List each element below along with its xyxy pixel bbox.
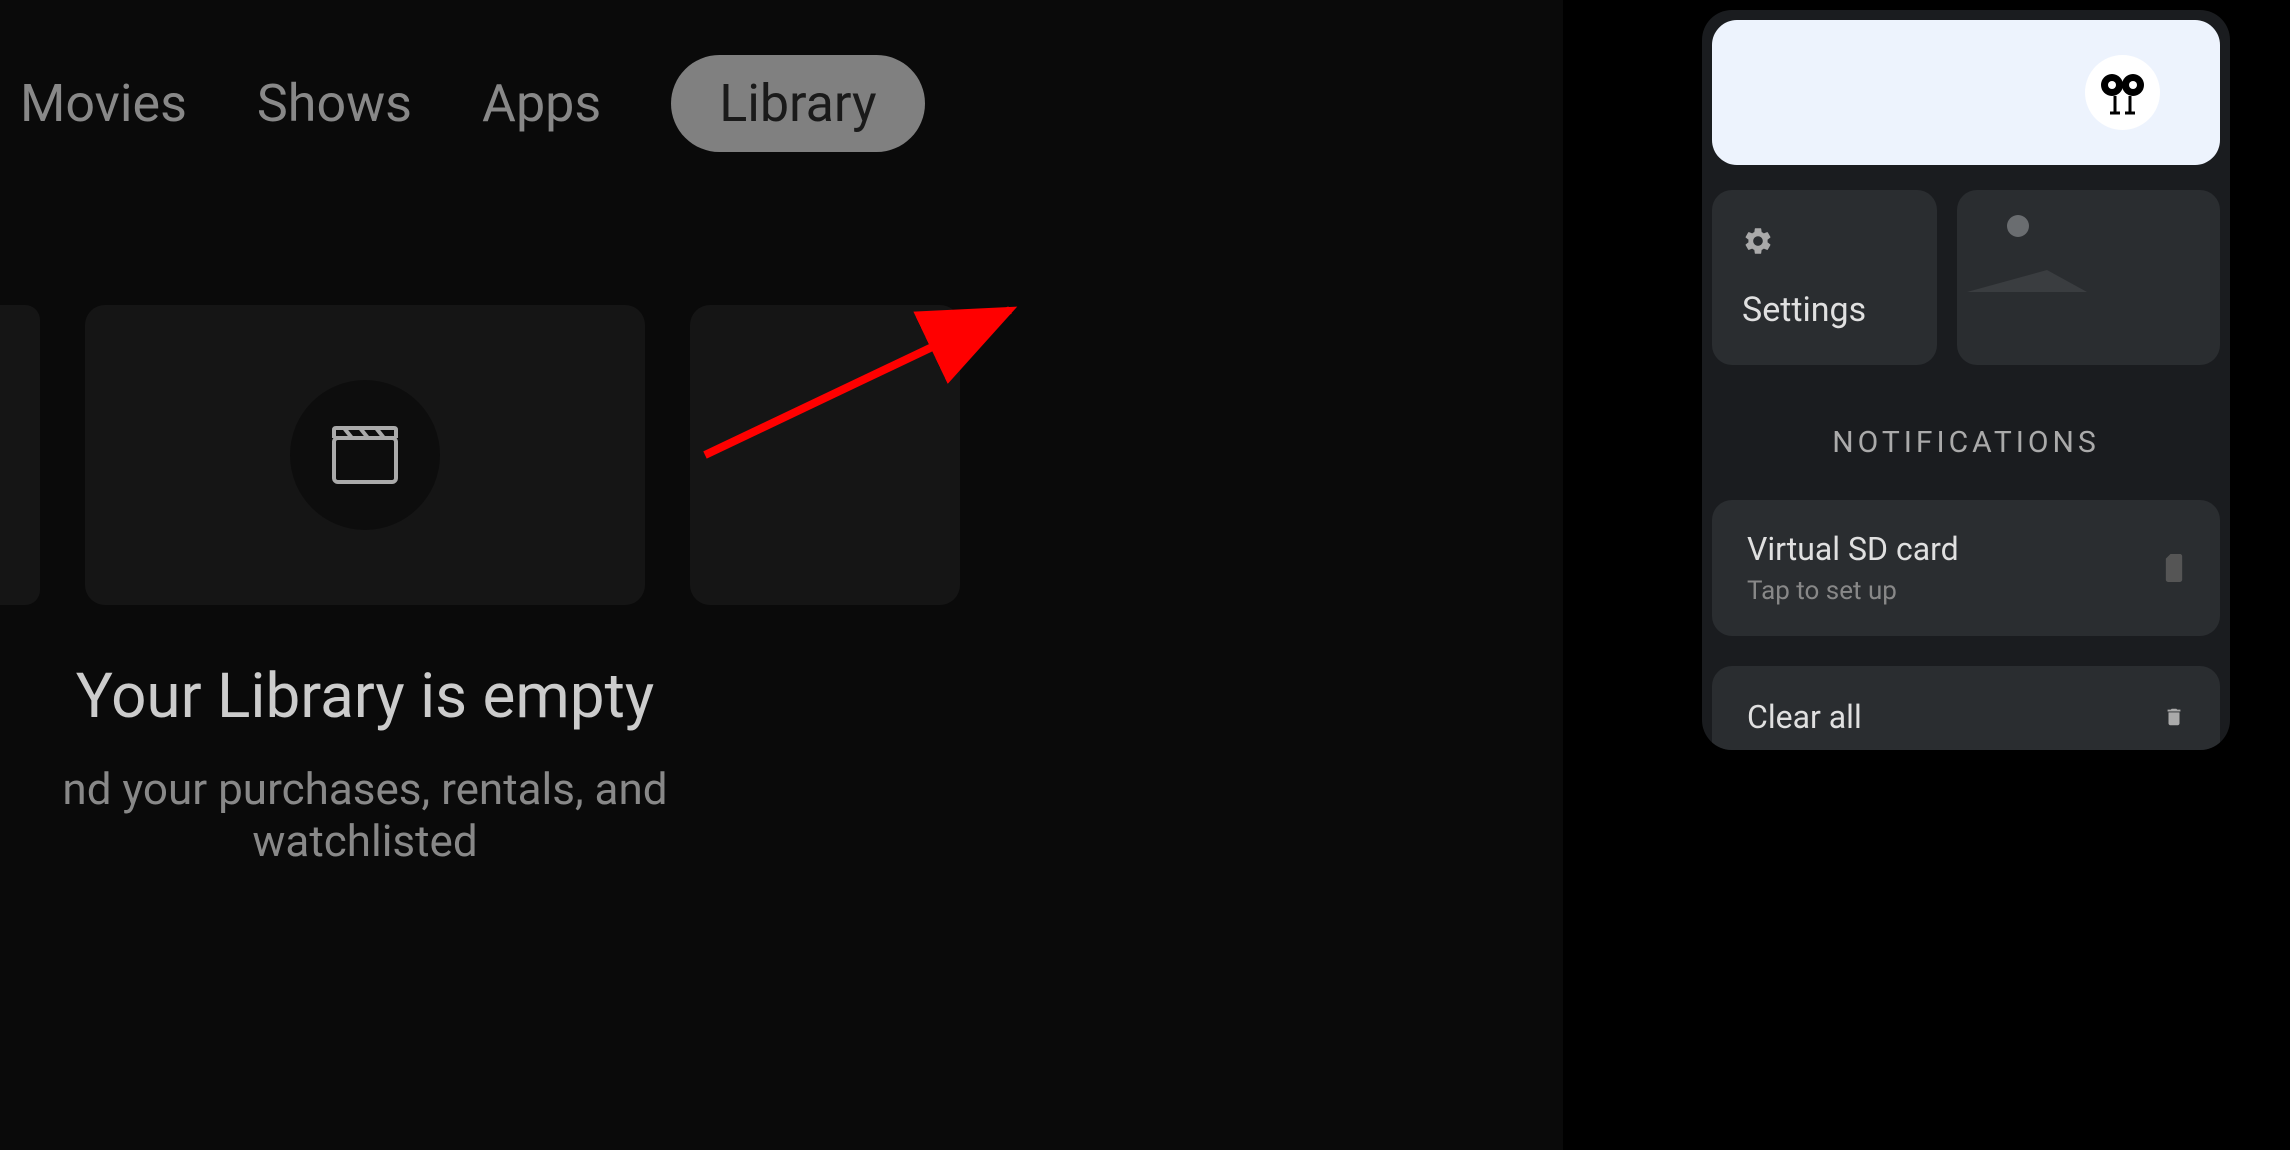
- notification-sdcard[interactable]: Virtual SD card Tap to set up: [1712, 500, 2220, 636]
- screensaver-dot: [2007, 215, 2029, 237]
- notifications-header: NOTIFICATIONS: [1702, 425, 2230, 460]
- screensaver-tile[interactable]: [1957, 190, 2220, 365]
- empty-title: Your Library is empty: [0, 660, 730, 733]
- screensaver-mountain: [1967, 270, 2087, 292]
- empty-subtitle: nd your purchases, rentals, and watchlis…: [0, 763, 730, 867]
- quick-settings-panel: Settings NOTIFICATIONS Virtual SD card T…: [1702, 10, 2230, 750]
- profile-card[interactable]: [1712, 20, 2220, 165]
- gear-icon: [1742, 225, 1774, 257]
- robot-avatar-icon: [2095, 65, 2150, 120]
- clear-all-button[interactable]: Clear all: [1712, 666, 2220, 750]
- library-card-prev[interactable]: [0, 305, 40, 605]
- clapperboard-icon: [332, 426, 398, 484]
- tab-library[interactable]: Library: [671, 55, 924, 152]
- empty-message-block: Your Library is empty nd your purchases,…: [0, 660, 730, 867]
- notification-text: Virtual SD card Tap to set up: [1747, 530, 1959, 606]
- notification-subtitle: Tap to set up: [1747, 576, 1959, 606]
- sdcard-icon: [2163, 554, 2185, 582]
- trash-icon: [2163, 703, 2185, 731]
- library-card-next[interactable]: [690, 305, 960, 605]
- settings-label: Settings: [1742, 290, 1907, 330]
- clear-all-label: Clear all: [1747, 698, 1862, 736]
- library-empty-card[interactable]: [85, 305, 645, 605]
- movie-icon-circle: [290, 380, 440, 530]
- quick-tiles-row: Settings: [1702, 175, 2230, 365]
- tab-shows[interactable]: Shows: [257, 73, 412, 134]
- settings-tile[interactable]: Settings: [1712, 190, 1937, 365]
- main-screen: Movies Shows Apps Library Your Library i…: [0, 0, 1563, 1150]
- tab-movies[interactable]: Movies: [20, 73, 187, 134]
- notification-title: Virtual SD card: [1747, 530, 1959, 568]
- avatar[interactable]: [2085, 55, 2160, 130]
- tab-bar: Movies Shows Apps Library: [0, 0, 1563, 152]
- tab-apps[interactable]: Apps: [482, 73, 601, 134]
